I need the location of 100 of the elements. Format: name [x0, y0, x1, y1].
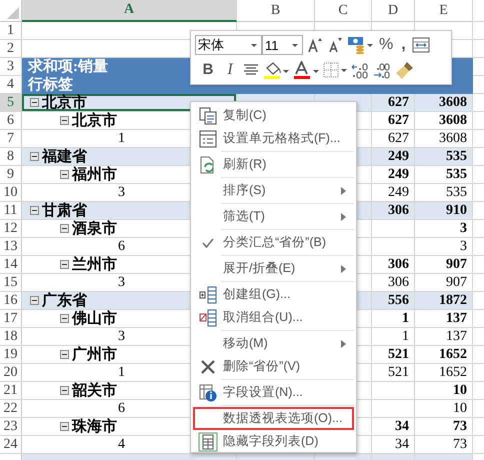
table-cell: 249 [372, 148, 415, 166]
caret-icon [251, 44, 257, 46]
table-cell [372, 382, 415, 400]
table-cell: 137 [415, 328, 473, 346]
row-number[interactable]: 21 [0, 382, 22, 400]
table-cell: 1652 [415, 364, 473, 382]
table-cell: 3 [415, 220, 473, 238]
row-number[interactable]: 14 [0, 256, 22, 274]
table-cell: 521 [372, 346, 415, 364]
table-cell: 3608 [415, 112, 473, 130]
fill-color-icon[interactable] [263, 60, 289, 80]
row-number[interactable]: 15 [0, 274, 22, 292]
table-cell [372, 400, 415, 418]
collapse-icon[interactable] [60, 224, 69, 233]
column-header[interactable]: B [237, 0, 315, 22]
collapse-icon[interactable] [30, 98, 39, 107]
collapse-icon[interactable] [60, 386, 69, 395]
table-cell: 306 [372, 202, 415, 220]
row-number[interactable]: 19 [0, 346, 22, 364]
format-cells-icon [199, 130, 217, 148]
table-cell: 521 [372, 364, 415, 382]
row-number[interactable]: 20 [0, 364, 22, 382]
row-number[interactable]: 9 [0, 166, 22, 184]
refresh-icon [199, 156, 217, 174]
row-label: 酒泉市 [72, 220, 117, 236]
row-label: 广州市 [72, 346, 117, 362]
merge-center-icon[interactable] [412, 37, 430, 53]
row-label: 兰州市 [72, 256, 117, 272]
row-label: 珠海市 [72, 418, 117, 434]
table-cell: 1 [372, 310, 415, 328]
caret-icon [292, 44, 298, 46]
collapse-icon[interactable] [60, 170, 69, 179]
row-number[interactable]: 6 [0, 112, 22, 130]
table-cell: 3 [415, 238, 473, 256]
decrease-decimal-icon[interactable] [373, 61, 391, 79]
field-settings-icon [199, 384, 217, 402]
table-cell: 306 [372, 256, 415, 274]
table-cell: 73 [415, 418, 473, 436]
collapse-icon[interactable] [60, 116, 69, 125]
collapse-icon[interactable] [60, 422, 69, 431]
table-cell: 137 [415, 310, 473, 328]
ungroup-icon [199, 308, 217, 326]
row-number[interactable]: 1 [0, 22, 22, 40]
column-header[interactable]: D [372, 0, 415, 22]
percent-button[interactable]: % [377, 35, 396, 55]
font-color-icon[interactable] [293, 60, 319, 80]
increase-font-size-icon[interactable] [307, 37, 323, 53]
row-number[interactable]: 11 [0, 202, 22, 220]
collapse-icon[interactable] [30, 206, 39, 215]
table-cell: 627 [372, 112, 415, 130]
table-cell: 535 [415, 166, 473, 184]
row-number[interactable]: 7 [0, 130, 22, 148]
row-number[interactable]: 8 [0, 148, 22, 166]
collapse-icon[interactable] [60, 314, 69, 323]
font-dropdown[interactable]: 宋体 [195, 35, 262, 55]
row-number[interactable]: 12 [0, 220, 22, 238]
copy-icon [199, 106, 217, 124]
money-format-icon[interactable] [347, 36, 373, 54]
decrease-font-size-icon[interactable] [327, 37, 343, 53]
comma-style-button[interactable]: , [399, 35, 408, 55]
collapse-icon[interactable] [30, 152, 39, 161]
font-size-dropdown[interactable]: 11 [262, 35, 303, 55]
row-number[interactable]: 16 [0, 292, 22, 310]
table-cell: 1872 [415, 292, 473, 310]
table-cell: 910 [415, 202, 473, 220]
row-number[interactable]: 24 [0, 436, 22, 454]
row-label: 北京市 [72, 112, 117, 128]
row-number[interactable]: 2 [0, 40, 22, 58]
table-cell: 3608 [415, 94, 473, 112]
row-number[interactable]: 13 [0, 238, 22, 256]
table-cell: 907 [415, 256, 473, 274]
row-number[interactable]: 4 [0, 76, 22, 94]
row-label: 福建省 [42, 148, 87, 164]
row-label: 广东省 [42, 292, 87, 308]
column-header[interactable]: C [315, 0, 372, 22]
row-number[interactable]: 23 [0, 418, 22, 436]
increase-decimal-icon[interactable] [351, 61, 369, 79]
format-painter-icon[interactable] [395, 60, 415, 80]
table-cell [372, 238, 415, 256]
table-cell: 10 [415, 400, 473, 418]
row-number[interactable]: 18 [0, 328, 22, 346]
row-label: 韶关市 [72, 382, 117, 398]
row-number[interactable]: 22 [0, 400, 22, 418]
row-number[interactable]: 3 [0, 58, 22, 76]
table-cell: 627 [372, 94, 415, 112]
collapse-icon[interactable] [30, 296, 39, 305]
collapse-icon[interactable] [60, 350, 69, 359]
row-label: 北京市 [42, 94, 87, 110]
column-header[interactable]: E [415, 0, 473, 22]
column-header[interactable]: A [22, 0, 237, 22]
table-cell: 10 [415, 382, 473, 400]
table-cell: 1652 [415, 346, 473, 364]
row-label: 福州市 [72, 166, 117, 182]
align-center-icon[interactable] [243, 63, 259, 77]
row-label: 佛山市 [72, 310, 117, 326]
table-cell: 1 [372, 328, 415, 346]
row-number[interactable]: 10 [0, 184, 22, 202]
collapse-icon[interactable] [60, 260, 69, 269]
row-number[interactable]: 17 [0, 310, 22, 328]
row-number[interactable]: 5 [0, 94, 22, 112]
